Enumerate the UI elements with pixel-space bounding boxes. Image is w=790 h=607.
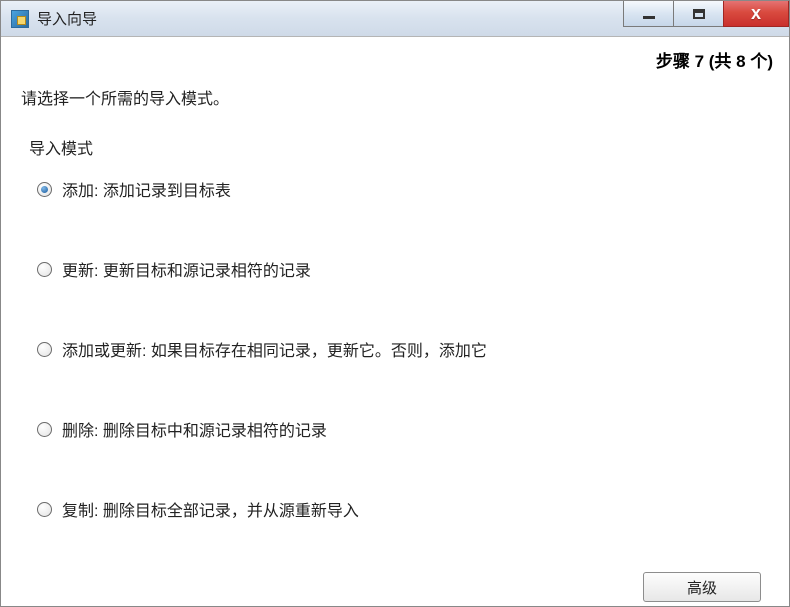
- radio-label: 删除: 删除目标中和源记录相符的记录: [62, 417, 327, 441]
- radio-option-delete[interactable]: 删除: 删除目标中和源记录相符的记录: [37, 417, 789, 441]
- content-area: 步骤 7 (共 8 个) 请选择一个所需的导入模式。 导入模式 添加: 添加记录…: [1, 37, 789, 606]
- radio-label: 更新: 更新目标和源记录相符的记录: [62, 257, 311, 281]
- titlebar[interactable]: 导入向导 x: [1, 1, 789, 37]
- footer: 高级: [643, 572, 761, 602]
- radio-icon: [37, 502, 52, 517]
- radio-icon: [37, 342, 52, 357]
- import-mode-radio-group: 添加: 添加记录到目标表 更新: 更新目标和源记录相符的记录 添加或更新: 如果…: [1, 159, 789, 521]
- group-label: 导入模式: [1, 109, 789, 159]
- radio-icon: [37, 262, 52, 277]
- radio-option-update[interactable]: 更新: 更新目标和源记录相符的记录: [37, 257, 789, 281]
- radio-label: 复制: 删除目标全部记录，并从源重新导入: [62, 497, 359, 521]
- minimize-icon: [643, 16, 655, 19]
- close-icon: x: [751, 3, 761, 24]
- close-button[interactable]: x: [723, 1, 789, 27]
- maximize-button[interactable]: [673, 1, 723, 27]
- maximize-icon: [693, 9, 705, 19]
- radio-option-add-or-update[interactable]: 添加或更新: 如果目标存在相同记录，更新它。否则，添加它: [37, 337, 789, 361]
- radio-icon: [37, 182, 52, 197]
- wizard-window: 导入向导 x 步骤 7 (共 8 个) 请选择一个所需的导入模式。 导入模式 添…: [0, 0, 790, 607]
- radio-label: 添加: 添加记录到目标表: [62, 177, 231, 201]
- radio-option-copy[interactable]: 复制: 删除目标全部记录，并从源重新导入: [37, 497, 789, 521]
- advanced-button[interactable]: 高级: [643, 572, 761, 602]
- step-indicator: 步骤 7 (共 8 个): [656, 47, 773, 72]
- window-controls: x: [623, 1, 789, 27]
- app-icon: [11, 10, 29, 28]
- radio-icon: [37, 422, 52, 437]
- window-title: 导入向导: [37, 8, 97, 29]
- radio-label: 添加或更新: 如果目标存在相同记录，更新它。否则，添加它: [62, 337, 487, 361]
- radio-option-add[interactable]: 添加: 添加记录到目标表: [37, 177, 789, 201]
- radio-dot-icon: [41, 186, 48, 193]
- minimize-button[interactable]: [623, 1, 673, 27]
